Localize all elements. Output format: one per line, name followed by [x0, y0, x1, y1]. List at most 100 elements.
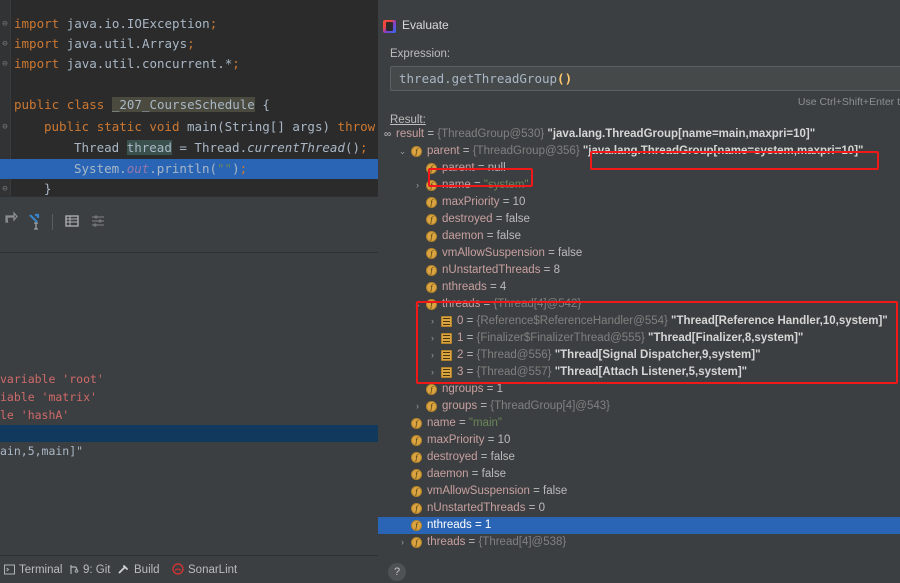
- show-variables-icon[interactable]: [62, 211, 82, 231]
- tree-row-text: 0 = {Reference$ReferenceHandler@554} "Th…: [457, 313, 888, 330]
- code-editor[interactable]: ⊖⊖⊖⊖⊖ import java.io.IOException;import …: [0, 0, 378, 196]
- tree-row[interactable]: fparent = null: [378, 160, 900, 177]
- code-line: import java.io.IOException;: [14, 14, 217, 34]
- tree-row-name: name: [427, 417, 456, 429]
- chevron-down-icon[interactable]: ⌄: [413, 296, 422, 313]
- chevron-right-icon[interactable]: ›: [413, 398, 422, 415]
- tree-row[interactable]: fnUnstartedThreads = 8: [378, 262, 900, 279]
- tree-row-equals: =: [484, 383, 497, 395]
- tree-row-text: result = {ThreadGroup@530} "java.lang.Th…: [396, 126, 815, 143]
- tree-row-value: "java.lang.ThreadGroup[name=main,maxpri=…: [547, 128, 815, 140]
- tree-row[interactable]: fdestroyed = false: [378, 211, 900, 228]
- statusbar-build[interactable]: Build: [118, 562, 160, 578]
- tree-row-name: parent: [442, 162, 475, 174]
- tree-row-equals: =: [487, 281, 500, 293]
- tree-row[interactable]: fvmAllowSuspension = false: [378, 245, 900, 262]
- statusbar-sonarlint[interactable]: SonarLint: [172, 562, 237, 578]
- tree-row[interactable]: fnthreads = 4: [378, 279, 900, 296]
- code-token: ;: [232, 56, 240, 71]
- tree-row[interactable]: fdaemon = false: [378, 228, 900, 245]
- tree-row[interactable]: fngroups = 1: [378, 381, 900, 398]
- code-fold-icon[interactable]: ⊖: [1, 60, 9, 68]
- tree-row[interactable]: fmaxPriority = 10: [378, 432, 900, 449]
- chevron-right-icon[interactable]: ›: [413, 177, 422, 194]
- restore-layout-icon[interactable]: [2, 211, 22, 231]
- tree-row-text: threads = {Thread[4]@542}: [442, 296, 581, 313]
- editor-selection-gutter: [0, 159, 11, 179]
- tree-row[interactable]: › 2 = {Thread@556} "Thread[Signal Dispatc…: [378, 347, 900, 364]
- tree-row-equals: =: [540, 264, 553, 276]
- tree-row[interactable]: ›fgroups = {ThreadGroup[4]@543}: [378, 398, 900, 415]
- tree-row-name: parent: [427, 145, 460, 157]
- tree-row-name: groups: [442, 400, 477, 412]
- statusbar-terminal[interactable]: Terminal: [4, 562, 62, 578]
- tree-row-value: 8: [554, 264, 560, 276]
- tree-row[interactable]: › 0 = {Reference$ReferenceHandler@554} "T…: [378, 313, 900, 330]
- statusbar-sonarlint-label: SonarLint: [188, 564, 237, 576]
- evaluate-expression-icon[interactable]: [26, 211, 46, 231]
- tree-row[interactable]: ›fname = "system": [378, 177, 900, 194]
- settings-list-icon[interactable]: [88, 211, 108, 231]
- code-fold-icon[interactable]: ⊖: [1, 20, 9, 28]
- tree-row-name: destroyed: [442, 213, 493, 225]
- tree-row[interactable]: ∞ result = {ThreadGroup@530} "java.lang.T…: [378, 126, 900, 143]
- tree-row-text: nthreads = 1: [427, 517, 491, 534]
- chevron-right-icon[interactable]: ›: [428, 347, 437, 364]
- tree-row[interactable]: fdaemon = false: [378, 466, 900, 483]
- code-token: {: [255, 97, 270, 112]
- code-fold-icon[interactable]: ⊖: [1, 123, 9, 131]
- field-icon: f: [411, 418, 422, 429]
- tree-row[interactable]: fnthreads = 1: [378, 517, 900, 534]
- tree-row-ref: {Thread[4]@538}: [478, 536, 566, 548]
- help-button[interactable]: ?: [388, 563, 406, 581]
- chevron-right-icon[interactable]: ›: [428, 364, 437, 381]
- tree-row[interactable]: ⌄fparent = {ThreadGroup@356} "java.lang.…: [378, 143, 900, 160]
- tree-row-text: name = "system": [442, 177, 528, 194]
- field-icon: f: [411, 486, 422, 497]
- tree-row[interactable]: fvmAllowSuspension = false: [378, 483, 900, 500]
- code-token: public: [14, 97, 67, 112]
- tree-row-name: nthreads: [442, 281, 487, 293]
- tree-row-text: threads = {Thread[4]@538}: [427, 534, 566, 551]
- tree-row[interactable]: ›3 = {Thread@557} "Thread[Attach Listene…: [378, 364, 900, 381]
- field-icon: f: [426, 214, 437, 225]
- code-token: import: [14, 56, 67, 71]
- field-icon: f: [426, 197, 437, 208]
- chevron-right-icon[interactable]: ›: [398, 534, 407, 551]
- tree-row-name: daemon: [442, 230, 484, 242]
- build-hammer-icon: [118, 564, 130, 580]
- tree-row-value: 4: [500, 281, 506, 293]
- result-tree[interactable]: ∞ result = {ThreadGroup@530} "java.lang.T…: [378, 126, 900, 563]
- tree-row[interactable]: fdestroyed = false: [378, 449, 900, 466]
- tree-row-text: daemon = false: [427, 466, 506, 483]
- tree-row-text: 2 = {Thread@556} "Thread[Signal Dispatch…: [457, 347, 761, 364]
- chevron-right-icon[interactable]: ›: [428, 330, 437, 347]
- code-fold-icon[interactable]: ⊖: [1, 40, 9, 48]
- tree-row[interactable]: ›fthreads = {Thread[4]@538}: [378, 534, 900, 551]
- intellij-idea-icon: [383, 20, 396, 33]
- tree-row-name: nUnstartedThreads: [442, 264, 540, 276]
- tree-row[interactable]: fmaxPriority = 10: [378, 194, 900, 211]
- result-root-icon: ∞: [384, 130, 390, 140]
- code-token: (): [345, 140, 360, 155]
- console-output[interactable]: variable 'root'iable 'matrix'le 'hashA'a…: [0, 252, 378, 555]
- tree-row-value: null: [488, 162, 506, 174]
- code-token: static: [97, 119, 150, 134]
- tree-row-equals: =: [485, 434, 498, 446]
- statusbar-git[interactable]: 9: Git: [68, 562, 110, 578]
- field-icon: f: [426, 231, 437, 242]
- tree-row[interactable]: fnUnstartedThreads = 0: [378, 500, 900, 517]
- tree-row[interactable]: ⌄fthreads = {Thread[4]@542}: [378, 296, 900, 313]
- tree-row-equals: =: [478, 451, 491, 463]
- chevron-down-icon[interactable]: ⌄: [398, 143, 407, 160]
- tree-row[interactable]: fname = "main": [378, 415, 900, 432]
- chevron-right-icon[interactable]: ›: [428, 313, 437, 330]
- expression-label: Expression:: [390, 48, 450, 60]
- tree-row-name: nthreads: [427, 519, 472, 531]
- tree-row-value: "Thread[Reference Handler,10,system]": [671, 315, 888, 327]
- tree-row[interactable]: ›1 = {Finalizer$FinalizerThread@555} "Th…: [378, 330, 900, 347]
- tree-row-name: threads: [442, 298, 480, 310]
- code-fold-icon[interactable]: ⊖: [1, 185, 9, 193]
- code-token: _207_CourseSchedule: [112, 97, 255, 112]
- expression-input[interactable]: thread.getThreadGroup(): [390, 66, 900, 91]
